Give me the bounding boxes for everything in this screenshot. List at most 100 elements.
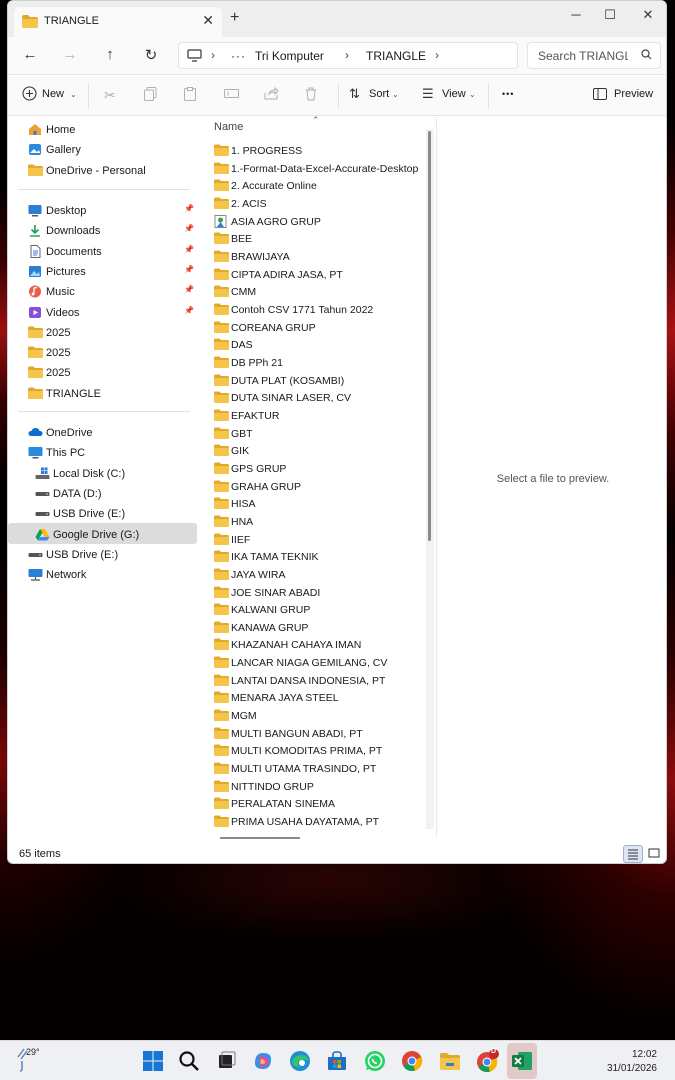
search-input[interactable]: Search TRIANGL — [527, 42, 661, 69]
folder-item[interactable]: DAS — [214, 337, 424, 354]
folder-item[interactable]: KALWANI GRUP — [214, 602, 424, 619]
folder-item[interactable]: CMM — [214, 284, 424, 301]
maximize-button[interactable]: ☐ — [600, 7, 620, 23]
clock[interactable]: 12:02 31/01/2026 — [607, 1048, 657, 1076]
sidebar-item-local-disk-c[interactable]: Local Disk (C:) — [35, 465, 197, 485]
folder-item[interactable]: Contoh CSV 1771 Tahun 2022 — [214, 302, 424, 319]
excel-button[interactable] — [510, 1049, 534, 1073]
folder-item[interactable]: ASIA AGRO GRUP — [214, 214, 424, 231]
folder-item[interactable]: MGM — [214, 708, 424, 725]
sidebar-item-desktop[interactable]: Desktop 📌 — [28, 202, 197, 222]
tiles-view-button[interactable] — [645, 845, 665, 863]
sidebar-item-pictures[interactable]: Pictures 📌 — [28, 263, 197, 283]
up-button[interactable]: ↑ — [100, 46, 120, 63]
folder-item[interactable]: DB PPh 21 — [214, 355, 424, 372]
delete-icon[interactable] — [305, 87, 317, 104]
sidebar-item-2025[interactable]: 2025 — [28, 324, 197, 344]
folder-item[interactable]: IIEF — [214, 532, 424, 549]
edge-button[interactable] — [288, 1049, 312, 1073]
folder-item[interactable]: MULTI KOMODITAS PRIMA, PT — [214, 743, 424, 760]
sidebar-item-downloads[interactable]: Downloads 📌 — [28, 222, 197, 242]
rename-icon[interactable] — [224, 87, 239, 103]
hidden-path-button[interactable]: ··· — [231, 49, 246, 63]
chrome-profile-button[interactable]: D — [475, 1048, 499, 1073]
folder-item[interactable]: GBT — [214, 426, 424, 443]
folder-item[interactable]: MENARA JAYA STEEL — [214, 690, 424, 707]
sidebar-item-google-drive-g[interactable]: Google Drive (G:) — [35, 526, 197, 546]
folder-item[interactable]: BEE — [214, 231, 424, 248]
folder-item[interactable]: HISA — [214, 496, 424, 513]
folder-item[interactable]: CIPTA ADIRA JASA, PT — [214, 267, 424, 284]
sidebar-item-home[interactable]: Home — [28, 121, 197, 141]
folder-item[interactable]: PRIMA USAHA DAYATAMA, PT — [214, 814, 424, 831]
chrome-button[interactable] — [400, 1049, 424, 1073]
horizontal-scrollbar[interactable] — [220, 837, 300, 839]
folder-item[interactable]: DUTA PLAT (KOSAMBI) — [214, 373, 424, 390]
file-explorer-button[interactable] — [438, 1049, 462, 1073]
start-button[interactable] — [141, 1049, 165, 1073]
minimize-button[interactable]: ─ — [566, 7, 586, 22]
folder-item[interactable]: JAYA WIRA — [214, 567, 424, 584]
folder-item[interactable]: IKA TAMA TEKNIK — [214, 549, 424, 566]
cut-icon[interactable]: ✂ — [104, 87, 116, 104]
folder-item[interactable]: GIK — [214, 443, 424, 460]
folder-item[interactable]: EFAKTUR — [214, 408, 424, 425]
close-window-button[interactable]: ✕ — [638, 7, 658, 23]
sidebar-item-onedrive[interactable]: OneDrive — [28, 424, 197, 444]
weather-widget[interactable]: 29° — [16, 1045, 40, 1076]
folder-item[interactable]: JOE SINAR ABADI — [214, 585, 424, 602]
share-icon[interactable] — [264, 86, 279, 103]
sidebar-item-videos[interactable]: Videos 📌 — [28, 304, 197, 324]
new-tab-button[interactable]: + — [230, 9, 239, 27]
sidebar-item-network[interactable]: Network — [28, 566, 197, 586]
sidebar-item-triangle[interactable]: TRIANGLE — [28, 385, 197, 405]
sidebar-item-gallery[interactable]: Gallery — [28, 141, 197, 161]
folder-item[interactable]: 2. Accurate Online — [214, 178, 424, 195]
folder-item[interactable]: 1.-Format-Data-Excel-Accurate-Desktop — [214, 161, 424, 178]
column-header-name[interactable]: Name — [214, 121, 243, 133]
folder-item[interactable]: DUTA SINAR LASER, CV — [214, 390, 424, 407]
search-button[interactable] — [177, 1049, 201, 1073]
folder-item[interactable]: HNA — [214, 514, 424, 531]
sidebar-item-documents[interactable]: Documents 📌 — [28, 243, 197, 263]
breadcrumb-triangle[interactable]: TRIANGLE — [366, 49, 426, 63]
preview-button[interactable]: Preview — [614, 88, 653, 100]
more-options-button[interactable]: ••• — [502, 89, 514, 99]
store-button[interactable] — [325, 1049, 349, 1073]
close-tab-icon[interactable]: ✕ — [202, 12, 214, 29]
copilot-button[interactable] — [251, 1049, 275, 1073]
sidebar-item-usb-drive-e[interactable]: USB Drive (E:) — [35, 505, 197, 525]
folder-item[interactable]: MULTI BANGUN ABADI, PT — [214, 726, 424, 743]
folder-item[interactable]: LANCAR NIAGA GEMILANG, CV — [214, 655, 424, 672]
tab-triangle[interactable]: TRIANGLE ✕ — [14, 7, 222, 37]
sidebar-item-music[interactable]: Music 📌 — [28, 283, 197, 303]
whatsapp-button[interactable] — [363, 1049, 387, 1073]
sort-button[interactable]: Sort — [369, 88, 389, 100]
folder-item[interactable]: 1. PROGRESS — [214, 143, 424, 160]
task-view-button[interactable] — [214, 1049, 238, 1073]
sidebar-item-2025[interactable]: 2025 — [28, 364, 197, 384]
folder-item[interactable]: GRAHA GRUP — [214, 479, 424, 496]
new-button[interactable]: New — [42, 88, 64, 100]
back-button[interactable]: ← — [20, 46, 40, 63]
details-view-button[interactable] — [623, 845, 643, 863]
sidebar-item-2025[interactable]: 2025 — [28, 344, 197, 364]
folder-item[interactable]: COREANA GRUP — [214, 320, 424, 337]
sidebar-item-onedrive-personal[interactable]: OneDrive - Personal — [28, 162, 197, 182]
sidebar-item-this-pc[interactable]: This PC — [28, 444, 197, 464]
folder-item[interactable]: LANTAI DANSA INDONESIA, PT — [214, 673, 424, 690]
paste-icon[interactable] — [184, 87, 196, 104]
folder-item[interactable]: BRAWIJAYA — [214, 249, 424, 266]
refresh-button[interactable]: ↻ — [141, 46, 161, 64]
folder-item[interactable]: MULTI UTAMA TRASINDO, PT — [214, 761, 424, 778]
copy-icon[interactable] — [144, 87, 157, 104]
folder-item[interactable]: KANAWA GRUP — [214, 620, 424, 637]
forward-button[interactable]: → — [60, 46, 80, 63]
folder-item[interactable]: GPS GRUP — [214, 461, 424, 478]
sidebar-item-usb-drive-e[interactable]: USB Drive (E:) — [28, 546, 197, 566]
folder-item[interactable]: 2. ACIS — [214, 196, 424, 213]
breadcrumb-tri-komputer[interactable]: Tri Komputer — [255, 49, 324, 63]
address-bar[interactable]: › ··· Tri Komputer › TRIANGLE › — [178, 42, 518, 69]
folder-item[interactable]: PERALATAN SINEMA — [214, 796, 424, 813]
folder-item[interactable]: NITTINDO GRUP — [214, 779, 424, 796]
